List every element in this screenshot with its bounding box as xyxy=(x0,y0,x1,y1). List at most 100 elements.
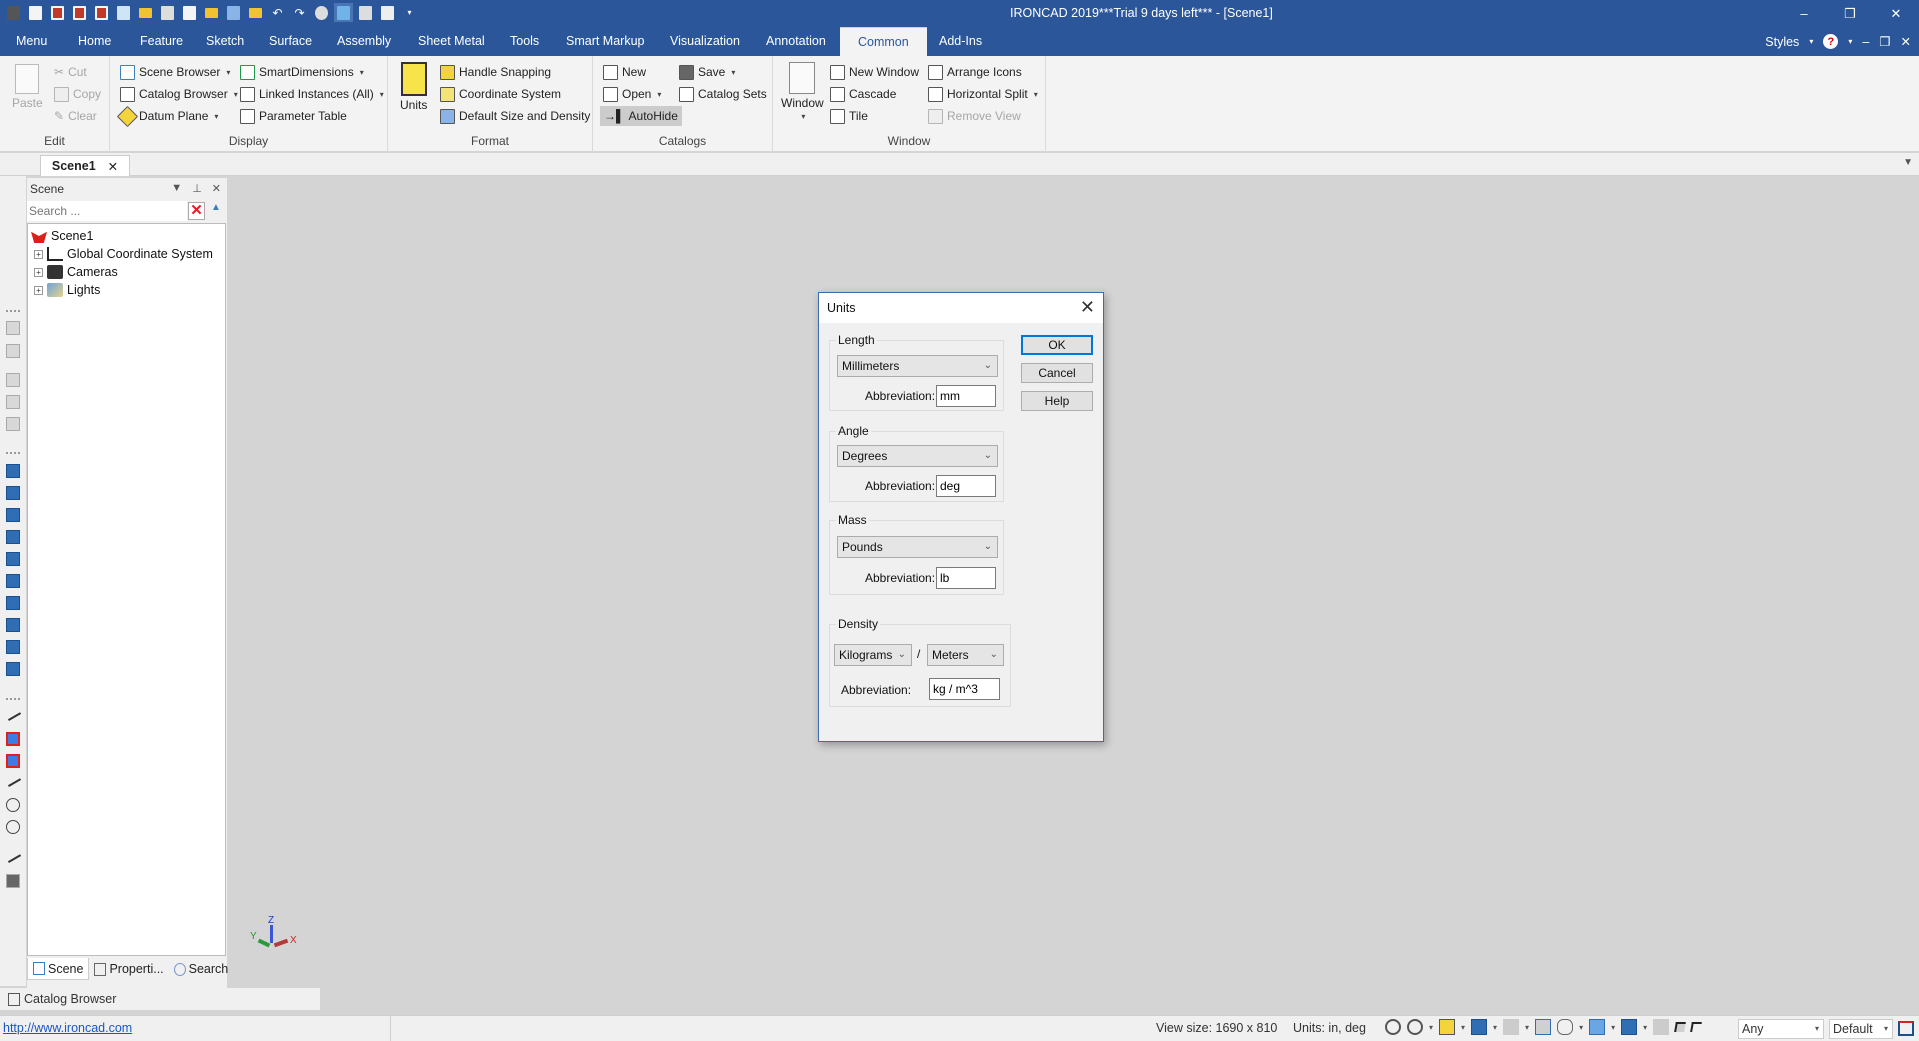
part-icon[interactable] xyxy=(1439,1019,1456,1035)
filter-pointer-icon[interactable] xyxy=(1690,1022,1702,1032)
sphere-icon[interactable] xyxy=(312,3,331,22)
save-icon[interactable] xyxy=(158,3,177,22)
styles-chevron-icon[interactable]: ▾ xyxy=(1809,37,1813,46)
tree-node-scene1[interactable]: Scene1 xyxy=(31,227,93,245)
tab-list-chevron-icon[interactable]: ▼ xyxy=(1903,157,1913,168)
help-icon[interactable]: ? xyxy=(1823,34,1839,49)
length-unit-select[interactable]: Millimeters ⌄ xyxy=(837,355,998,377)
annotation-icon[interactable] xyxy=(4,849,22,863)
toolbar-grip[interactable] xyxy=(6,698,20,700)
open-catalog-button[interactable]: Open ▾ xyxy=(603,84,661,104)
iso-view-icon[interactable] xyxy=(6,662,20,676)
cascade-button[interactable]: Cascade xyxy=(830,84,896,104)
tile-button[interactable]: Tile xyxy=(830,106,868,126)
view-tool-icon[interactable] xyxy=(6,373,20,387)
tab-sketch[interactable]: Sketch xyxy=(204,27,246,56)
smart-snap-icon[interactable] xyxy=(334,3,353,22)
close-tab-icon[interactable]: ✕ xyxy=(108,159,118,174)
scene-browser-button[interactable]: Scene Browser ▾ xyxy=(120,62,230,82)
density-abbreviation-input[interactable] xyxy=(929,678,1000,700)
tab-home[interactable]: Home xyxy=(76,27,113,56)
scene-filter-icon[interactable]: ▲ xyxy=(208,202,224,220)
glasses-icon[interactable] xyxy=(1557,1019,1574,1035)
tab-surface[interactable]: Surface xyxy=(267,27,314,56)
dialog-close-icon[interactable]: ✕ xyxy=(1080,297,1095,318)
horizontal-dimension-icon[interactable] xyxy=(6,732,20,746)
box-view-icon[interactable] xyxy=(1589,1019,1606,1035)
doc-minimize-button[interactable]: – xyxy=(1862,35,1869,49)
new-document-icon[interactable] xyxy=(26,3,45,22)
angle-unit-select[interactable]: Degrees ⌄ xyxy=(837,445,998,467)
tab-common[interactable]: Common xyxy=(840,27,927,56)
catalog-icon[interactable] xyxy=(356,3,375,22)
help-chevron-icon[interactable]: ▾ xyxy=(1848,37,1852,46)
angle-dimension-icon[interactable] xyxy=(4,773,22,787)
clear-button[interactable]: ✎ Clear xyxy=(54,106,97,126)
mass-abbreviation-input[interactable] xyxy=(936,567,996,589)
window-button[interactable]: Window ▾ xyxy=(781,62,824,121)
redo-icon[interactable]: ↷ xyxy=(290,3,309,22)
view-tool-icon[interactable] xyxy=(6,344,20,358)
parameter-table-button[interactable]: Parameter Table xyxy=(240,106,347,126)
units-button[interactable]: Units xyxy=(400,62,427,112)
panel-close-icon[interactable]: ✕ xyxy=(212,182,221,195)
open-folder-icon[interactable] xyxy=(136,3,155,22)
tab-annotation[interactable]: Annotation xyxy=(764,27,828,56)
right-view-icon[interactable] xyxy=(6,530,20,544)
list-icon[interactable] xyxy=(378,3,397,22)
dialog-title-bar[interactable]: Units ✕ xyxy=(819,293,1103,323)
back-view-icon[interactable] xyxy=(6,552,20,566)
pin-icon[interactable]: ⊥ xyxy=(192,182,202,195)
handle-snapping-button[interactable]: Handle Snapping xyxy=(440,62,551,82)
tab-add-ins[interactable]: Add-Ins xyxy=(937,27,984,56)
ok-button[interactable]: OK xyxy=(1021,335,1093,355)
linked-instances-button[interactable]: Linked Instances (All) ▾ xyxy=(240,84,384,104)
density-mass-unit-select[interactable]: Kilograms ⌄ xyxy=(834,644,912,666)
tab-menu[interactable]: Menu xyxy=(14,27,49,56)
website-link[interactable]: http://www.ironcad.com xyxy=(3,1021,132,1035)
preview-icon[interactable] xyxy=(114,3,133,22)
iso-view-icon[interactable] xyxy=(6,618,20,632)
tab-scene[interactable]: Scene xyxy=(27,958,90,980)
zoom-fit-icon[interactable] xyxy=(1385,1019,1401,1035)
export-icon[interactable] xyxy=(70,3,89,22)
undo-icon[interactable]: ↶ xyxy=(268,3,287,22)
expand-icon[interactable]: + xyxy=(34,285,43,295)
default-size-density-button[interactable]: Default Size and Density xyxy=(440,106,590,126)
add-part-icon[interactable] xyxy=(224,3,243,22)
panel-menu-icon[interactable]: ▼ xyxy=(171,182,182,195)
tab-sheet-metal[interactable]: Sheet Metal xyxy=(416,27,487,56)
catalog-browser-tab[interactable]: Catalog Browser xyxy=(0,988,320,1010)
tab-assembly[interactable]: Assembly xyxy=(335,27,393,56)
select-pointer-icon[interactable] xyxy=(1674,1022,1686,1032)
camera-tool-icon[interactable] xyxy=(1503,1019,1520,1035)
minimize-button[interactable]: – xyxy=(1781,0,1827,27)
view-tool-icon[interactable] xyxy=(6,417,20,431)
dimension-icon[interactable] xyxy=(4,707,22,721)
hatch-icon[interactable] xyxy=(6,874,20,888)
save-catalog-button[interactable]: Save ▾ xyxy=(679,62,735,82)
radius-dimension-icon[interactable] xyxy=(6,798,20,812)
scene-search-input[interactable] xyxy=(27,201,187,221)
length-abbreviation-input[interactable] xyxy=(936,385,996,407)
shaded-view-icon[interactable] xyxy=(1471,1019,1488,1035)
new-window-button[interactable]: New Window xyxy=(830,62,919,82)
paste-button[interactable]: Paste xyxy=(12,64,43,110)
cut-button[interactable]: ✂ Cut xyxy=(54,62,87,82)
angle-abbreviation-input[interactable] xyxy=(936,475,996,497)
front-view-icon[interactable] xyxy=(6,464,20,478)
close-button[interactable]: ✕ xyxy=(1873,0,1919,27)
customize-qat-icon[interactable]: ▾ xyxy=(400,3,419,22)
vertical-dimension-icon[interactable] xyxy=(6,754,20,768)
remove-view-button[interactable]: Remove View xyxy=(928,106,1021,126)
help-button[interactable]: Help xyxy=(1021,391,1093,411)
mass-unit-select[interactable]: Pounds ⌄ xyxy=(837,536,998,558)
close-document-icon[interactable] xyxy=(48,3,67,22)
zoom-icon[interactable] xyxy=(1407,1019,1423,1035)
toolbar-grip[interactable] xyxy=(6,310,20,312)
style-select[interactable]: Default ▾ xyxy=(1829,1019,1893,1039)
edit-icon[interactable] xyxy=(180,3,199,22)
autohide-button[interactable]: →▌ AutoHide xyxy=(600,106,682,126)
tab-visualization[interactable]: Visualization xyxy=(668,27,742,56)
left-view-icon[interactable] xyxy=(6,508,20,522)
